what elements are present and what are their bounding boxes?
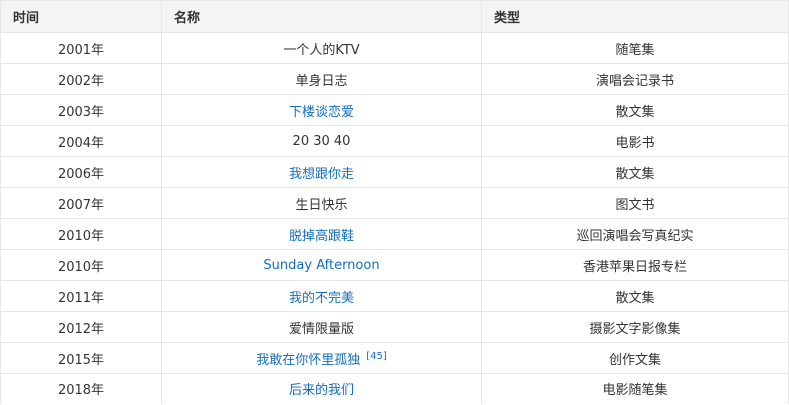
table-row: 2011年 我的不完美 散文集 xyxy=(0,280,789,312)
year-cell: 2010年 xyxy=(0,218,162,250)
column-header-name: 名称 xyxy=(161,0,482,33)
year-cell: 2004年 xyxy=(0,125,162,157)
reference-link[interactable]: [45] xyxy=(366,351,387,362)
type-cell: 图文书 xyxy=(481,187,789,219)
title-cell: 单身日志 xyxy=(161,63,482,95)
year-cell: 2018年 xyxy=(0,373,162,404)
title-cell: 一个人的KTV xyxy=(161,32,482,64)
work-title-text: 单身日志 xyxy=(295,73,348,89)
type-cell: 散文集 xyxy=(481,94,789,126)
work-title-link[interactable]: 下楼谈恋爱 xyxy=(289,105,354,120)
column-header-type: 类型 xyxy=(481,0,789,33)
work-title-text: 生日快乐 xyxy=(295,197,348,213)
work-title-link[interactable]: 我想跟你走 xyxy=(289,167,354,182)
year-cell: 2001年 xyxy=(0,32,162,64)
work-title-text: 爱情限量版 xyxy=(288,321,354,337)
year-cell: 2015年 xyxy=(0,342,162,374)
table-row: 2010年 Sunday Afternoon 香港苹果日报专栏 xyxy=(0,249,789,281)
table-row: 2007年 生日快乐 图文书 xyxy=(0,187,789,219)
title-cell: 下楼谈恋爱 xyxy=(161,94,482,126)
type-cell: 创作文集 xyxy=(481,342,789,374)
title-cell: 脱掉高跟鞋 xyxy=(161,218,482,250)
title-cell: 我想跟你走 xyxy=(161,156,482,188)
table-row: 2018年 后来的我们 电影随笔集 xyxy=(0,373,789,404)
column-header-time: 时间 xyxy=(0,0,162,33)
type-cell: 演唱会记录书 xyxy=(481,63,789,95)
year-cell: 2011年 xyxy=(0,280,162,312)
year-cell: 2006年 xyxy=(0,156,162,188)
title-cell: Sunday Afternoon xyxy=(161,249,482,281)
type-cell: 随笔集 xyxy=(481,32,789,64)
title-cell: 我敢在你怀里孤独 [45] xyxy=(161,342,482,374)
works-table: 时间 名称 类型 2001年 一个人的KTV 随笔集 2002年 单身日志 演唱会记录书 2… xyxy=(0,0,789,404)
type-cell: 电影随笔集 xyxy=(481,373,789,404)
type-cell: 电影书 xyxy=(481,125,789,157)
type-cell: 散文集 xyxy=(481,156,789,188)
title-cell: 20 30 40 xyxy=(161,125,482,157)
work-title-link[interactable]: Sunday Afternoon xyxy=(263,258,379,273)
table-header-row: 时间 名称 类型 xyxy=(0,0,789,33)
type-cell: 巡回演唱会写真纪实 xyxy=(481,218,789,250)
work-title-link[interactable]: 后来的我们 xyxy=(289,383,354,398)
title-cell: 生日快乐 xyxy=(161,187,482,219)
table-row: 2003年 下楼谈恋爱 散文集 xyxy=(0,94,789,126)
table-row: 2002年 单身日志 演唱会记录书 xyxy=(0,63,789,95)
work-title-link[interactable]: 我的不完美 xyxy=(289,291,354,306)
work-title-text: 20 30 40 xyxy=(292,133,351,149)
table-row: 2006年 我想跟你走 散文集 xyxy=(0,156,789,188)
type-cell: 香港苹果日报专栏 xyxy=(481,249,789,281)
type-cell: 摄影文字影像集 xyxy=(481,311,789,343)
table-row: 2010年 脱掉高跟鞋 巡回演唱会写真纪实 xyxy=(0,218,789,250)
table-row: 2004年 20 30 40 电影书 xyxy=(0,125,789,157)
year-cell: 2002年 xyxy=(0,63,162,95)
work-title-text: 一个人的KTV xyxy=(283,42,360,58)
year-cell: 2003年 xyxy=(0,94,162,126)
work-title-link[interactable]: 脱掉高跟鞋 xyxy=(289,229,354,244)
title-cell: 后来的我们 xyxy=(161,373,482,404)
type-cell: 散文集 xyxy=(481,280,789,312)
table-row: 2015年 我敢在你怀里孤独 [45] 创作文集 xyxy=(0,342,789,374)
work-title-link[interactable]: 我敢在你怀里孤独 xyxy=(256,353,360,368)
table-row: 2001年 一个人的KTV 随笔集 xyxy=(0,32,789,64)
year-cell: 2012年 xyxy=(0,311,162,343)
year-cell: 2007年 xyxy=(0,187,162,219)
table-row: 2012年 爱情限量版 摄影文字影像集 xyxy=(0,311,789,343)
title-cell: 我的不完美 xyxy=(161,280,482,312)
title-cell: 爱情限量版 xyxy=(161,311,482,343)
year-cell: 2010年 xyxy=(0,249,162,281)
